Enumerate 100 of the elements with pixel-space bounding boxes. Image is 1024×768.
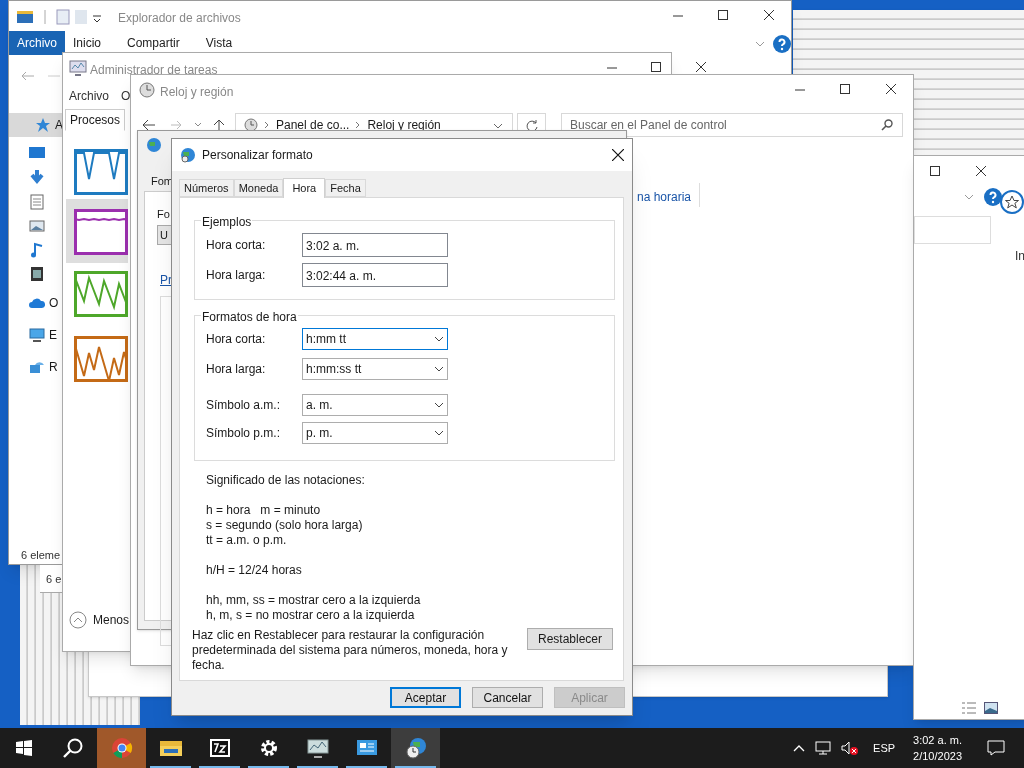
network-icon[interactable] (815, 741, 832, 755)
thumbnail-view-icon[interactable] (984, 702, 998, 714)
link[interactable]: Pr (160, 271, 172, 289)
ribbon-tab[interactable]: Compartir (119, 31, 188, 55)
tab[interactable]: Fecha (325, 179, 366, 197)
link[interactable]: na horaria (637, 188, 692, 206)
maximize-button[interactable] (718, 10, 729, 21)
field-label: Símbolo a.m.: (206, 397, 282, 414)
globe-icon (180, 147, 196, 163)
nav-item[interactable]: R (49, 358, 58, 376)
video-icon[interactable] (29, 266, 45, 282)
notation-line: h, m, s = no mostrar cero a la izquierda (206, 608, 416, 623)
performance-graph[interactable] (74, 336, 128, 382)
tab[interactable]: Hora (283, 178, 326, 198)
navigation-arrows-icon[interactable] (141, 118, 227, 132)
menu-item[interactable]: O (121, 87, 131, 105)
chevron-down-icon[interactable] (493, 123, 503, 129)
chevron-down-icon[interactable] (964, 194, 974, 200)
folder-icon (17, 9, 33, 23)
status-text: 6 e (46, 572, 62, 587)
monitor-icon (306, 737, 329, 759)
chevron-up-icon (69, 611, 87, 629)
dropdown[interactable]: a. m. (302, 394, 448, 416)
dialog-button[interactable]: Aceptar (390, 687, 461, 708)
field-label: Fo (157, 207, 170, 222)
maximize-button[interactable] (651, 62, 662, 73)
dropdown[interactable]: h:mm tt (302, 328, 448, 350)
archive-icon (208, 737, 231, 759)
notation-line: tt = a.m. o p.m. (206, 533, 288, 548)
performance-graph[interactable] (74, 271, 128, 317)
nav-item[interactable]: O (49, 294, 59, 312)
search-icon[interactable] (881, 119, 893, 131)
clock[interactable]: 3:02 a. m. 2/10/2023 (909, 732, 966, 764)
chevron-right-icon (355, 121, 362, 129)
notation-line: h = hora m = minuto (206, 503, 322, 518)
close-button[interactable] (976, 166, 987, 177)
monitor-icon[interactable] (29, 327, 45, 343)
field-label: Hora larga: (206, 267, 267, 284)
reset-description: Haz clic en Restablecer para restaurar la configuración predeterminada del sistema para números, moneda, hora y fecha. (192, 628, 509, 673)
help-icon[interactable] (984, 188, 1002, 206)
nav-item[interactable]: A (9, 113, 65, 137)
close-button[interactable] (764, 10, 775, 21)
download-icon[interactable] (29, 169, 45, 185)
reset-button[interactable]: Restablecer (527, 628, 613, 650)
maximize-button[interactable] (930, 166, 941, 177)
notes-title: Significado de las notaciones: (206, 473, 366, 488)
ribbon-tab[interactable]: Vista (197, 31, 241, 55)
monitor-icon (69, 60, 87, 76)
notation-line: hh, mm, ss = mostrar cero a la izquierda (206, 593, 422, 608)
close-button[interactable] (696, 62, 707, 73)
browser-icon (110, 737, 133, 759)
search-field[interactable]: Buscar en el Panel de control (561, 113, 903, 137)
dropdown[interactable]: p. m. (302, 422, 448, 444)
chevron-down-icon (434, 430, 444, 436)
nav-item[interactable]: E (49, 326, 57, 344)
muted-speaker-icon[interactable] (841, 741, 860, 755)
input-field[interactable] (914, 216, 991, 244)
selected-row[interactable] (66, 199, 128, 263)
desktop-icon[interactable] (29, 145, 45, 161)
taskbar-button[interactable] (391, 728, 440, 768)
ribbon-tab[interactable]: Inicio (65, 31, 110, 55)
performance-graph[interactable] (74, 209, 128, 255)
window-title: Administrador de tareas (90, 62, 218, 79)
notation-line: s = segundo (solo hora larga) (206, 518, 364, 533)
window-title: Explorador de archivos (118, 10, 241, 27)
performance-graph[interactable] (74, 149, 128, 195)
field-label: Hora corta: (206, 237, 267, 254)
dialog-title: Personalizar formato (202, 147, 314, 164)
globe-icon (404, 737, 427, 759)
tab[interactable]: Procesos (65, 109, 126, 131)
input-field[interactable]: 3:02:44 a. m. (302, 263, 448, 287)
label: In (1015, 248, 1024, 265)
windows-icon (16, 740, 32, 756)
maximize-button[interactable] (840, 84, 851, 95)
help-icon[interactable] (773, 35, 791, 53)
clock-icon (244, 118, 258, 132)
field-label: Hora corta: (206, 331, 267, 348)
image-icon[interactable] (29, 218, 45, 234)
star-icon[interactable] (35, 117, 51, 133)
less-details-button[interactable]: Menos (69, 611, 130, 629)
language-indicator[interactable]: ESP (869, 739, 900, 757)
close-button[interactable] (886, 84, 897, 95)
search-icon (62, 738, 83, 758)
tab[interactable]: Números (179, 179, 234, 197)
chevron-down-icon[interactable] (755, 41, 765, 47)
chevron-up-icon[interactable] (793, 744, 806, 752)
tab[interactable]: Moneda (233, 179, 284, 197)
menu-item[interactable]: Archivo (69, 87, 109, 105)
chevron-down-icon (434, 366, 444, 372)
dropdown[interactable]: h:mm:ss tt (302, 358, 448, 380)
clock-icon (139, 82, 155, 98)
input-field[interactable]: 3:02 a. m. (302, 233, 448, 257)
music-icon[interactable] (29, 242, 45, 258)
breadcrumb-item[interactable]: Panel de co... (276, 116, 350, 134)
close-icon[interactable] (612, 149, 624, 161)
field-label: Hora larga: (206, 361, 267, 378)
dialog-button[interactable]: Cancelar (472, 687, 543, 708)
globe-icon (146, 137, 162, 153)
ribbon-tab[interactable]: Archivo (9, 31, 65, 55)
refresh-icon (525, 119, 538, 131)
